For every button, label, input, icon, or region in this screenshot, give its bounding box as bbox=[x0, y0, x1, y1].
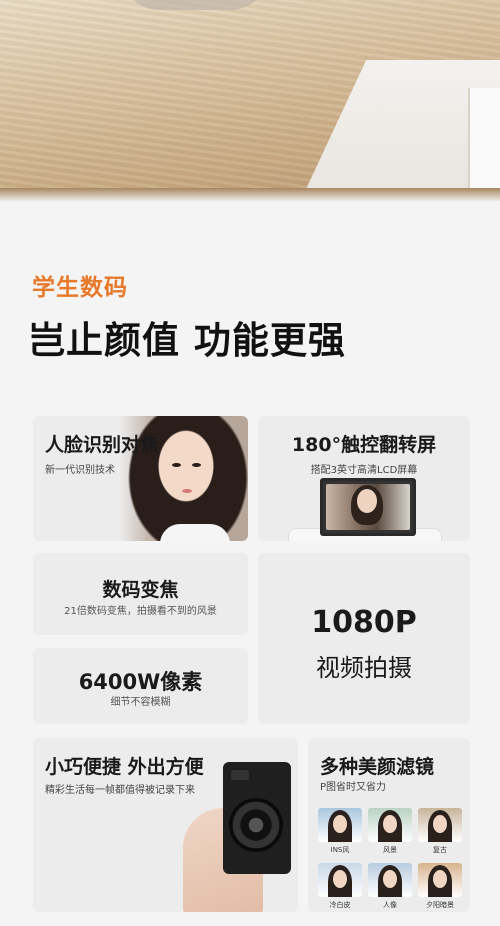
face bbox=[357, 489, 377, 513]
feature-card-video: 1080P 视频拍摄 bbox=[258, 553, 470, 724]
hero-image bbox=[0, 0, 500, 202]
filter-label: 复古 bbox=[433, 846, 447, 854]
flash bbox=[231, 770, 249, 780]
feature-title: 多种美颜滤镜 bbox=[320, 756, 435, 778]
feature-card-pixels: 6400W像素 细节不容模糊 bbox=[33, 648, 248, 724]
feature-title: 人脸识别对焦 bbox=[45, 434, 160, 456]
filter-thumb: 风景 bbox=[368, 808, 412, 855]
feature-title: 180°触控翻转屏 bbox=[291, 434, 437, 456]
flip-screen-image bbox=[320, 478, 416, 536]
filter-preview bbox=[368, 863, 412, 897]
filter-grid: INS风 风景 复古 冷白皮 人像 夕阳暗景 bbox=[318, 808, 462, 910]
feature-card-portable: 小巧便捷 外出方便 精彩生活每一帧都值得被记录下来 bbox=[33, 738, 298, 912]
filter-preview bbox=[318, 863, 362, 897]
countertop-edge bbox=[0, 188, 500, 202]
filter-label: 夕阳暗景 bbox=[426, 901, 454, 909]
feature-subtitle: 新一代识别技术 bbox=[45, 465, 115, 476]
video-resolution: 1080P bbox=[311, 605, 417, 640]
filter-label: 人像 bbox=[383, 901, 397, 909]
feature-title: 数码变焦 bbox=[102, 579, 179, 601]
filter-thumb: 复古 bbox=[418, 808, 462, 855]
feature-subtitle: 搭配3英寸高清LCD屏幕 bbox=[310, 465, 418, 476]
filter-thumb: 人像 bbox=[368, 863, 412, 910]
feature-subtitle: 21倍数码变焦，拍摄看不到的风景 bbox=[64, 606, 217, 617]
feature-subtitle: P图省时又省力 bbox=[320, 782, 387, 793]
filter-label: INS风 bbox=[330, 846, 350, 854]
feature-card-filters: 多种美颜滤镜 P图省时又省力 INS风 风景 复古 冷白皮 人像 夕阳暗景 bbox=[308, 738, 470, 912]
lens bbox=[229, 798, 283, 852]
eye bbox=[192, 463, 201, 467]
feature-subtitle: 精彩生活每一帧都值得被记录下来 bbox=[45, 785, 195, 796]
cabinet-side bbox=[468, 88, 500, 202]
filter-preview bbox=[318, 808, 362, 842]
filter-label: 冷白皮 bbox=[329, 901, 351, 909]
page-headline: 岂止颜值 功能更强 bbox=[28, 319, 346, 362]
filter-thumb: 冷白皮 bbox=[318, 863, 362, 910]
filter-preview bbox=[418, 863, 462, 897]
feature-card-flip-screen: 180°触控翻转屏 搭配3英寸高清LCD屏幕 bbox=[258, 416, 470, 541]
filter-preview bbox=[418, 808, 462, 842]
lip bbox=[182, 489, 192, 493]
feature-card-face-focus: 人脸识别对焦 新一代识别技术 bbox=[33, 416, 248, 541]
feature-subtitle: 细节不容模糊 bbox=[110, 697, 171, 708]
shirt bbox=[160, 524, 230, 541]
eye bbox=[172, 463, 181, 467]
camera-image bbox=[223, 762, 291, 874]
video-label: 视频拍摄 bbox=[316, 654, 412, 682]
feature-title: 小巧便捷 外出方便 bbox=[45, 756, 204, 778]
feature-card-digital-zoom: 数码变焦 21倍数码变焦，拍摄看不到的风景 bbox=[33, 553, 248, 635]
category-label: 学生数码 bbox=[32, 275, 128, 301]
filter-preview bbox=[368, 808, 412, 842]
filter-thumb: INS风 bbox=[318, 808, 362, 855]
filter-label: 风景 bbox=[383, 846, 397, 854]
feature-title: 6400W像素 bbox=[78, 670, 203, 694]
filter-thumb: 夕阳暗景 bbox=[418, 863, 462, 910]
